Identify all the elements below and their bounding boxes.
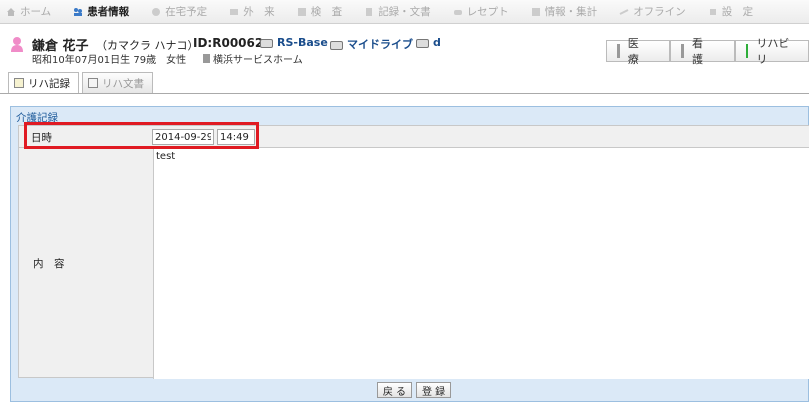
content-label: 内 容 xyxy=(33,258,65,270)
drive-icon xyxy=(260,39,273,48)
nav-label: 記録・文書 xyxy=(378,6,431,18)
nav-item-outpatient[interactable]: 外 来 xyxy=(229,4,275,19)
edit-icon xyxy=(14,78,24,88)
nav-label: 外 来 xyxy=(243,6,275,18)
mode-indicator xyxy=(681,44,684,58)
drive-icon xyxy=(330,40,343,50)
nav-item-home[interactable]: ホーム xyxy=(6,4,51,19)
register-button[interactable]: 登 録 xyxy=(416,382,452,398)
nav-item-stats[interactable]: 情報・集計 xyxy=(531,4,598,19)
stats-icon xyxy=(531,7,540,16)
nav-label: ホーム xyxy=(20,6,52,18)
home-icon xyxy=(7,7,15,16)
offline-icon xyxy=(619,8,629,15)
nav-label: 設 定 xyxy=(721,6,754,18)
nav-item-patient[interactable]: 患者情報 xyxy=(73,4,129,19)
exam-icon xyxy=(297,7,306,16)
link-my-drive[interactable]: マイドライブ xyxy=(330,36,413,52)
nav-label: オフライン xyxy=(633,6,686,18)
care-record-panel: 介護記録 日時 内 容 test 戻 る 登 録 xyxy=(10,106,809,402)
record-form: 日時 内 容 test xyxy=(18,125,809,379)
receipt-icon xyxy=(453,9,462,15)
outpatient-icon xyxy=(230,8,239,15)
form-footer: 戻 る 登 録 xyxy=(18,378,809,402)
record-tabs: リハ記録 リハ文書 xyxy=(8,72,153,93)
drive-icon xyxy=(416,39,429,48)
top-nav: ホーム 患者情報 在宅予定 外 来 検 査 記録・文書 レセプト 情報・集計 オ… xyxy=(0,0,809,24)
patient-id: ID:R00062 xyxy=(193,36,264,50)
mode-indicator xyxy=(617,44,620,58)
nav-item-records[interactable]: 記録・文書 xyxy=(364,4,431,19)
tab-rehab-document[interactable]: リハ文書 xyxy=(82,72,153,93)
document-icon xyxy=(366,7,373,16)
female-patient-icon xyxy=(11,37,23,52)
tab-rehab-record[interactable]: リハ記録 xyxy=(8,72,79,93)
mode-medical-button[interactable]: 医 療 xyxy=(606,37,671,66)
building-icon xyxy=(203,54,210,63)
mode-indicator xyxy=(745,44,749,58)
settings-icon xyxy=(709,8,716,15)
nav-label: 在宅予定 xyxy=(165,6,208,18)
tab-divider xyxy=(0,93,809,94)
patient-birth-age-sex: 昭和10年07月01日生 79歳 女性 xyxy=(32,55,187,66)
mode-nursing-button[interactable]: 看 護 xyxy=(670,37,735,66)
content-textarea[interactable]: test xyxy=(153,148,809,379)
nav-item-settings[interactable]: 設 定 xyxy=(708,4,754,19)
nav-label: レセプト xyxy=(466,6,509,18)
highlight-box xyxy=(24,122,259,149)
document-icon xyxy=(88,78,98,88)
patient-facility: 横浜サービスホーム xyxy=(203,51,303,66)
link-rs-base[interactable]: RS-Base xyxy=(260,36,328,49)
mode-switcher: 医 療 看 護 リハビリ xyxy=(606,37,809,66)
nav-item-receipt[interactable]: レセプト xyxy=(453,4,509,19)
nav-item-exam[interactable]: 検 査 xyxy=(297,4,343,19)
nav-item-offline[interactable]: オフライン xyxy=(619,4,686,19)
patient-icon xyxy=(74,7,83,16)
calendar-icon xyxy=(152,7,161,16)
nav-label: 検 査 xyxy=(310,6,343,18)
nav-item-home-schedule[interactable]: 在宅予定 xyxy=(151,4,207,19)
link-d[interactable]: d xyxy=(416,36,441,49)
nav-label: 情報・集計 xyxy=(544,6,598,18)
mode-rehab-button[interactable]: リハビリ xyxy=(734,37,809,66)
nav-label: 患者情報 xyxy=(87,6,130,18)
back-button[interactable]: 戻 る xyxy=(376,382,412,398)
